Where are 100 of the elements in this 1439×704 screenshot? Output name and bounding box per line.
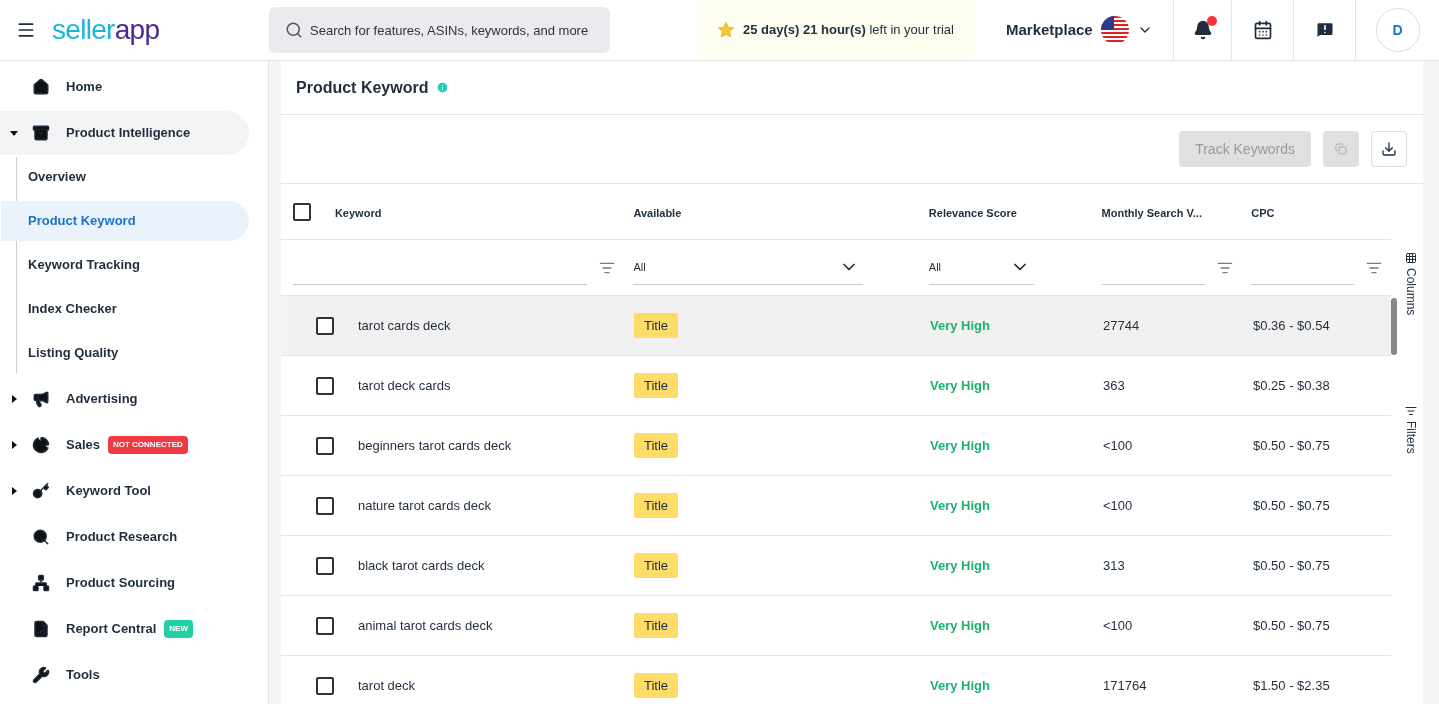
tag: Title xyxy=(634,672,679,698)
table-cell: <100 xyxy=(1103,437,1133,453)
checkbox[interactable] xyxy=(316,676,334,695)
checkbox[interactable] xyxy=(316,496,334,515)
table-cell: $0.50 - $0.75 xyxy=(1253,437,1330,453)
caret-right-icon xyxy=(10,487,18,495)
sidebar-subitem[interactable]: Keyword Tracking xyxy=(1,245,249,285)
grid-icon xyxy=(1405,252,1417,264)
table-cell: beginners tarot cards deck xyxy=(358,437,512,453)
magnifier-icon xyxy=(32,528,50,546)
checkbox[interactable] xyxy=(316,616,334,635)
bell-icon xyxy=(1192,20,1213,40)
checkbox[interactable] xyxy=(316,556,334,575)
column-header[interactable]: Keyword xyxy=(334,206,382,219)
report-icon xyxy=(32,620,50,638)
sidebar-item[interactable]: Sales NOT CONNECTED xyxy=(0,423,249,467)
sidebar-item[interactable]: Advertising xyxy=(0,377,249,421)
star-icon xyxy=(717,21,735,39)
table-row[interactable]: tarot cards deck Title Very High 27744 $0.36 - $0.54 xyxy=(281,296,1391,356)
table-cell: nature tarot cards deck xyxy=(358,497,491,513)
sidebar-subitem[interactable]: Index Checker xyxy=(1,289,249,329)
column-header[interactable]: CPC xyxy=(1251,206,1275,219)
filter-icon xyxy=(1405,405,1417,418)
filter-select[interactable]: All xyxy=(928,250,1034,285)
filter-select[interactable]: All xyxy=(633,250,864,285)
logo: sellerapp xyxy=(52,16,160,44)
table-cell: tarot deck cards xyxy=(358,377,451,393)
checkbox[interactable] xyxy=(316,316,334,335)
table-cell: black tarot cards deck xyxy=(358,557,485,573)
checkbox[interactable] xyxy=(316,436,334,455)
table-cell: Very High xyxy=(930,497,990,513)
copy-icon xyxy=(1335,143,1347,155)
table-cell: <100 xyxy=(1103,497,1133,513)
caret-right-icon xyxy=(10,395,18,403)
tag: Title xyxy=(634,492,679,518)
pie-chart-icon xyxy=(32,436,50,454)
download-icon xyxy=(1381,141,1397,157)
side-panel-tab[interactable]: Filters xyxy=(1402,405,1420,455)
search-field[interactable]: Search for features, ASINs, keywords, and more xyxy=(269,7,610,53)
column-header[interactable]: Relevance Score xyxy=(928,206,1017,219)
table-cell: $0.25 - $0.38 xyxy=(1253,377,1330,393)
download-button[interactable] xyxy=(1371,131,1407,167)
info-icon xyxy=(436,81,450,94)
sidebar-item[interactable]: Home xyxy=(0,65,249,109)
table-cell: $0.50 - $0.75 xyxy=(1253,497,1330,513)
table-cell: 27744 xyxy=(1103,317,1140,333)
column-header[interactable]: Monthly Search V... xyxy=(1101,206,1202,219)
status-label: NOT CONNECTED xyxy=(108,436,188,454)
tag: Title xyxy=(634,432,679,458)
menu-icon[interactable] xyxy=(16,20,36,40)
sidebar-subitem[interactable]: Listing Quality xyxy=(1,333,249,373)
table-cell: Very High xyxy=(930,437,990,453)
table-cell: Very High xyxy=(930,677,990,693)
feedback-icon[interactable] xyxy=(1314,20,1335,40)
sidebar-item[interactable]: Tools xyxy=(0,653,249,697)
megaphone-icon xyxy=(32,390,50,408)
caret-right-icon xyxy=(10,441,18,449)
sidebar-subitem[interactable]: Overview xyxy=(1,157,249,197)
table-cell: $0.50 - $0.75 xyxy=(1253,557,1330,573)
tag: Title xyxy=(634,552,679,578)
table-cell: animal tarot cards deck xyxy=(358,617,493,633)
archive-icon xyxy=(32,124,50,142)
tag: Title xyxy=(634,372,679,398)
marketplace-selector[interactable]: Marketplace xyxy=(1006,16,1153,44)
key-icon xyxy=(32,482,50,500)
table-cell: 363 xyxy=(1103,377,1125,393)
table-cell: Very High xyxy=(930,377,990,393)
table-cell: 313 xyxy=(1103,557,1125,573)
table-cell: tarot cards deck xyxy=(358,317,451,333)
caret-down-icon xyxy=(10,129,18,137)
trial-notice: 25 day(s) 21 hour(s) left in your trial xyxy=(743,21,954,40)
table-cell: $0.36 - $0.54 xyxy=(1253,317,1330,333)
tag: Title xyxy=(634,612,679,638)
sidebar-item[interactable]: Report Central NEW xyxy=(0,607,249,651)
sidebar-item[interactable]: Product Sourcing xyxy=(0,561,249,605)
flag-icon xyxy=(1100,16,1129,44)
checkbox[interactable] xyxy=(316,376,334,395)
table-cell: Very High xyxy=(930,317,990,333)
sidebar-item[interactable]: Keyword Tool xyxy=(0,469,249,513)
table-cell: $0.50 - $0.75 xyxy=(1253,617,1330,633)
home-icon xyxy=(32,78,50,96)
sidebar-item[interactable]: Product Research xyxy=(0,515,249,559)
table-cell: Very High xyxy=(930,617,990,633)
scrollbar[interactable] xyxy=(1391,298,1397,355)
tools-icon xyxy=(32,666,50,684)
sidebar-item[interactable]: Product Intelligence xyxy=(0,111,249,155)
network-icon xyxy=(32,574,50,592)
tag: Title xyxy=(634,312,679,338)
side-panel-tab[interactable]: Columns xyxy=(1402,252,1420,316)
page-title: Product Keyword xyxy=(296,77,429,98)
table-cell: $1.50 - $2.35 xyxy=(1253,677,1330,693)
sidebar-subitem[interactable]: Product Keyword xyxy=(1,201,249,241)
table-cell: <100 xyxy=(1103,617,1133,633)
checkbox[interactable] xyxy=(293,202,311,221)
calendar-icon[interactable] xyxy=(1252,20,1273,40)
table-cell: Very High xyxy=(930,557,990,573)
status-label: NEW xyxy=(164,620,193,638)
search-icon xyxy=(285,21,303,39)
column-header[interactable]: Available xyxy=(633,206,682,219)
table-cell: 171764 xyxy=(1103,677,1147,693)
